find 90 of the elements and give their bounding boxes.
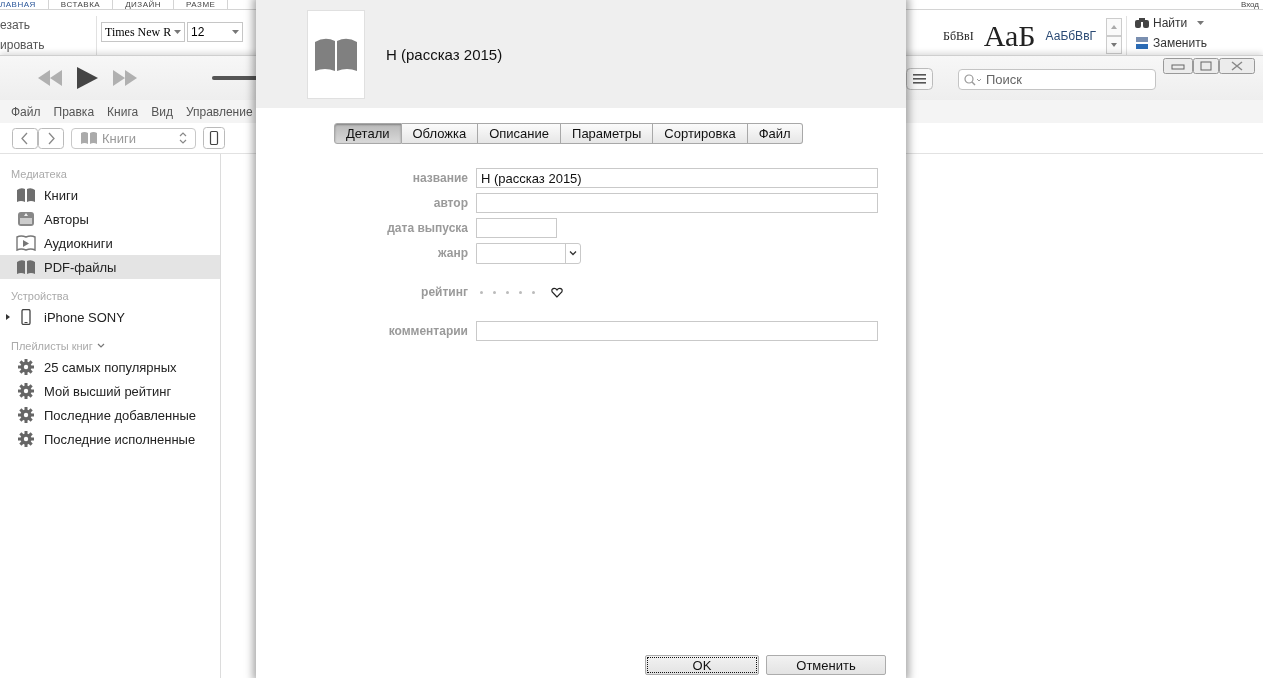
forward-button[interactable] (38, 127, 64, 149)
clipboard-command[interactable]: езать (0, 18, 92, 32)
field-label: жанр (437, 246, 468, 260)
sidebar-item[interactable]: 25 самых популярных (0, 355, 220, 379)
minimize-button[interactable] (1163, 58, 1193, 74)
field-label: автор (432, 196, 468, 210)
book-icon (16, 259, 36, 275)
gear-icon (16, 407, 36, 423)
font-size-field[interactable]: 12 (187, 22, 243, 42)
sidebar-item[interactable]: PDF-файлы (0, 255, 220, 279)
dot-icon (493, 290, 496, 294)
clipboard-command[interactable]: ировать (0, 38, 92, 52)
disclosure-triangle-icon[interactable] (5, 314, 11, 320)
gear-icon (16, 359, 36, 375)
dialog-button[interactable]: OK (645, 655, 759, 675)
input-field[interactable] (476, 218, 557, 238)
dialog-tab[interactable]: Сортировка (653, 123, 748, 144)
maximize-button[interactable] (1193, 58, 1219, 74)
dialog-title: Н (рассказ 2015) (386, 45, 503, 63)
dialog-tab[interactable]: Детали (334, 123, 402, 144)
menu-item[interactable]: Управление (185, 104, 253, 119)
chevron-icon (569, 250, 577, 256)
dialog-button[interactable]: Отменить (766, 655, 886, 675)
dialog-tab[interactable]: Параметры (561, 123, 654, 144)
menu-item[interactable]: Книга (107, 104, 139, 119)
find-button[interactable]: Найти (1135, 16, 1205, 30)
dot-icon (532, 290, 535, 294)
back-button[interactable] (12, 127, 38, 149)
dialog-tab[interactable]: Описание (478, 123, 562, 144)
scroll-up-button[interactable] (1106, 18, 1122, 36)
genre-dropdown[interactable] (476, 242, 581, 264)
field-label: комментарии (387, 324, 468, 338)
menu-item[interactable]: Вид (151, 104, 173, 119)
sidebar-item[interactable]: Аудиокниги (0, 231, 220, 255)
font-name-field[interactable]: Times New R (101, 22, 185, 42)
style-sample[interactable]: АаБбВвГ (1045, 29, 1096, 43)
gear-icon (16, 431, 36, 447)
ribbon-tab[interactable]: ВСТАВКА (48, 0, 114, 9)
caret-icon (232, 30, 239, 34)
fast-forward-button[interactable] (113, 70, 137, 86)
field-label: дата выпуска (386, 221, 468, 235)
menu-item[interactable]: Файл (11, 104, 41, 119)
rewind-button[interactable] (38, 70, 62, 86)
menu-button[interactable] (906, 68, 933, 90)
dialog-tab[interactable]: Файл (747, 123, 803, 144)
ribbon-tab[interactable]: ЛАВНАЯ (0, 0, 49, 9)
search-field[interactable]: Поиск (958, 68, 1156, 90)
updown-icon (179, 132, 187, 144)
sidebar-item[interactable]: iPhone SONY (0, 305, 220, 329)
sidebar-item[interactable]: Последние исполненные (0, 427, 220, 451)
field-label: название (411, 171, 468, 185)
dot-icon (506, 290, 509, 294)
style-sample[interactable]: АаБ (983, 21, 1036, 51)
caret-icon (1197, 21, 1205, 25)
gear-icon (16, 383, 36, 399)
ribbon-tab[interactable]: ДИЗАЙН (113, 0, 175, 9)
typewriter-icon (16, 211, 36, 227)
caret-icon (174, 30, 181, 34)
field-label: рейтинг (420, 285, 468, 299)
dot-icon (519, 290, 522, 294)
input-field[interactable] (476, 321, 878, 341)
scroll-down-button[interactable] (1106, 36, 1122, 54)
book-icon (314, 36, 358, 72)
account-link[interactable]: Вход (1240, 0, 1263, 9)
sidebar-item[interactable]: Книги (0, 183, 220, 207)
replace-button[interactable]: Заменить (1135, 36, 1207, 50)
dot-icon (480, 290, 483, 294)
chevron-icon[interactable] (96, 343, 105, 349)
dialog-tab[interactable]: Обложка (401, 123, 479, 144)
close-button[interactable] (1219, 58, 1255, 74)
style-sample[interactable]: БбВвI (943, 28, 974, 44)
play-button[interactable] (77, 67, 98, 89)
menu-item[interactable]: Правка (53, 104, 95, 119)
ribbon-tab[interactable]: РАЗМЕ (174, 0, 229, 9)
search-icon (964, 73, 982, 86)
section-title: Плейлисты книг (11, 340, 93, 352)
section-title: Устройства (11, 290, 69, 302)
input-field[interactable]: Н (рассказ 2015) (476, 168, 878, 188)
section-title: Медиатека (11, 168, 67, 180)
binoculars-icon (1135, 17, 1149, 29)
sidebar-item[interactable]: Последние добавленные (0, 403, 220, 427)
sidebar-item[interactable]: Мой высший рейтинг (0, 379, 220, 403)
input-field[interactable] (476, 193, 878, 213)
heart-icon[interactable] (551, 286, 563, 298)
book-icon (16, 187, 36, 203)
sidebar-item[interactable]: Авторы (0, 207, 220, 231)
device-button[interactable] (203, 127, 225, 149)
audiobook-icon (16, 235, 36, 251)
book-icon (80, 131, 98, 145)
replace-icon (1135, 36, 1149, 50)
